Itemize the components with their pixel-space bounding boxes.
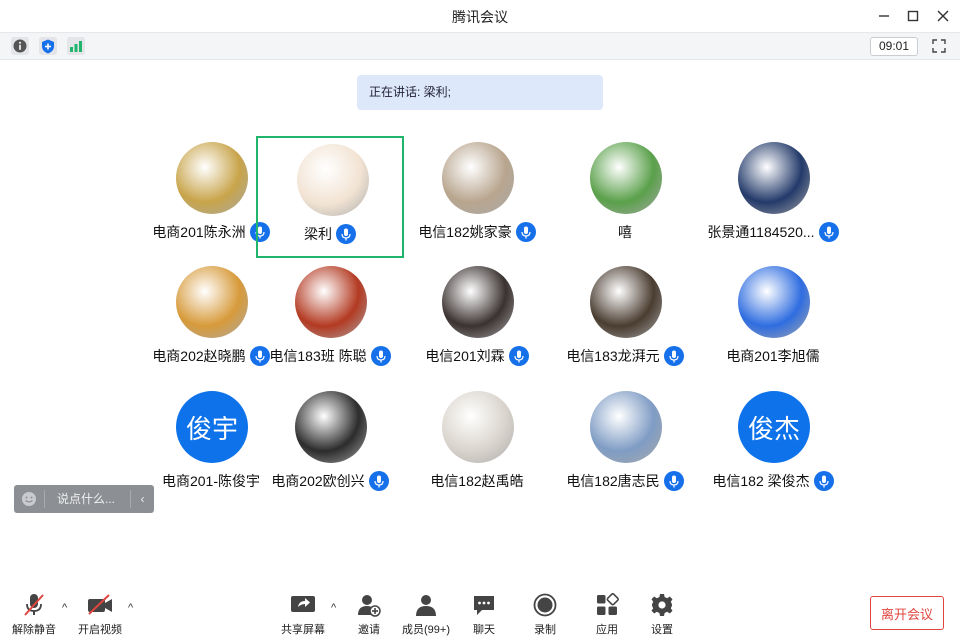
participant-name: 电信183龙湃元 <box>566 348 660 364</box>
chat-placeholder[interactable]: 说点什么... <box>44 490 130 508</box>
microphone-icon <box>336 224 356 244</box>
microphone-icon <box>818 222 839 242</box>
members-icon <box>414 592 438 618</box>
participant-tile[interactable]: 梁利 <box>256 136 404 258</box>
participant-tile[interactable]: 电信182唐志民 <box>551 385 699 507</box>
microphone-icon <box>508 346 529 366</box>
settings-button[interactable]: 设置 <box>632 592 692 637</box>
participant-name: 电商202赵晓鹏 <box>152 348 246 364</box>
participant-name: 电信182姚家豪 <box>418 224 512 240</box>
avatar <box>295 266 367 338</box>
participant-tile[interactable]: 嘻 <box>551 136 699 258</box>
participant-tile[interactable]: 电信182赵禹皓 <box>403 385 551 507</box>
emoji-icon[interactable] <box>14 491 44 507</box>
network-button[interactable] <box>67 37 85 55</box>
info-icon <box>13 39 27 53</box>
participant-name: 电商201陈永洲 <box>152 224 246 240</box>
bottom-control-bar: 解除静音 ^ 开启视频 ^ 共享屏幕 ^ 邀请 成员(99+) 聊天 录制 应用… <box>0 586 960 640</box>
participant-name: 电信182唐志民 <box>566 473 660 489</box>
title-bar: 腾讯会议 <box>0 0 960 32</box>
close-button[interactable] <box>933 6 953 26</box>
participant-name: 电信201刘霖 <box>425 348 505 364</box>
participant-tile[interactable]: 张景通1184520... <box>699 136 847 258</box>
microphone-icon <box>813 471 834 491</box>
speaking-banner: 正在讲话: 梁利; <box>357 75 603 110</box>
close-icon <box>937 10 949 22</box>
participant-tile[interactable]: 电商201李旭儒 <box>699 260 847 382</box>
security-button[interactable] <box>39 37 57 55</box>
camera-off-icon <box>86 592 114 618</box>
gear-icon <box>650 592 674 618</box>
microphone-icon <box>823 226 834 238</box>
fullscreen-icon <box>932 39 946 53</box>
microphone-icon <box>341 228 351 240</box>
shield-icon <box>42 39 54 53</box>
meeting-toolbar: 09:01 <box>0 32 960 60</box>
signal-bars-icon <box>70 41 82 52</box>
microphone-icon <box>669 475 679 487</box>
participant-tile[interactable]: 俊杰电信182 梁俊杰 <box>699 385 847 507</box>
microphone-icon <box>521 226 531 238</box>
maximize-button[interactable] <box>903 6 923 26</box>
invite-button[interactable]: 邀请 <box>339 592 399 637</box>
meeting-timer: 09:01 <box>870 37 918 56</box>
microphone-icon <box>669 350 679 362</box>
apps-button[interactable]: 应用 <box>577 592 637 637</box>
participant-tile[interactable]: 电信183龙湃元 <box>551 260 699 382</box>
share-screen-button[interactable]: 共享屏幕 <box>273 592 333 637</box>
participant-tile[interactable]: 电信182姚家豪 <box>403 136 551 258</box>
apps-grid-icon <box>595 592 619 618</box>
participant-name: 电商202欧创兴 <box>271 473 365 489</box>
members-button[interactable]: 成员(99+) <box>396 592 456 637</box>
maximize-icon <box>907 10 919 22</box>
participant-tile[interactable]: 电信201刘霖 <box>403 260 551 382</box>
avatar <box>442 266 514 338</box>
record-icon <box>533 592 557 618</box>
chat-button[interactable]: 聊天 <box>454 592 514 637</box>
avatar <box>442 142 514 214</box>
participant-name-row: 张景通1184520... <box>679 222 867 242</box>
participant-name: 电信182 梁俊杰 <box>712 473 810 489</box>
participant-name: 电信182赵禹皓 <box>430 473 524 489</box>
avatar <box>590 266 662 338</box>
avatar <box>590 142 662 214</box>
participant-name-row: 电商201李旭儒 <box>679 346 867 366</box>
avatar <box>738 142 810 214</box>
chat-quick-input[interactable]: 说点什么... ‹ <box>14 485 154 513</box>
share-screen-icon <box>290 592 316 618</box>
participant-name: 张景通1184520... <box>707 224 815 240</box>
avatar: 俊宇 <box>176 391 248 463</box>
microphone-icon <box>819 475 829 487</box>
avatar <box>738 266 810 338</box>
avatar <box>297 144 369 216</box>
chevron-left-icon[interactable]: ‹ <box>130 490 154 508</box>
avatar <box>176 142 248 214</box>
avatar <box>295 391 367 463</box>
leave-meeting-button[interactable]: 离开会议 <box>870 596 944 630</box>
minimize-icon <box>879 15 889 17</box>
participant-tile[interactable]: 电商202欧创兴 <box>256 385 404 507</box>
participant-name: 嘻 <box>618 224 632 240</box>
info-button[interactable] <box>11 37 29 55</box>
mic-muted-icon <box>22 592 46 618</box>
participant-name: 电信183班 陈聪 <box>269 348 367 364</box>
participant-name: 电商201李旭儒 <box>726 348 820 364</box>
avatar <box>442 391 514 463</box>
participant-name: 梁利 <box>304 226 332 242</box>
minimize-button[interactable] <box>874 6 894 26</box>
window-title: 腾讯会议 <box>452 9 508 25</box>
unmute-button[interactable]: 解除静音 <box>4 592 64 637</box>
participant-name-row: 电信182 梁俊杰 <box>679 471 867 491</box>
participant-tile[interactable]: 电信183班 陈聪 <box>256 260 404 382</box>
record-button[interactable]: 录制 <box>515 592 575 637</box>
avatar: 俊杰 <box>738 391 810 463</box>
microphone-icon <box>514 350 524 362</box>
chevron-up-icon[interactable]: ^ <box>128 602 138 614</box>
fullscreen-button[interactable] <box>930 37 948 55</box>
add-user-icon <box>357 592 381 618</box>
chat-bubble-icon <box>472 592 496 618</box>
start-video-button[interactable]: 开启视频 <box>70 592 130 637</box>
avatar <box>176 266 248 338</box>
avatar <box>590 391 662 463</box>
